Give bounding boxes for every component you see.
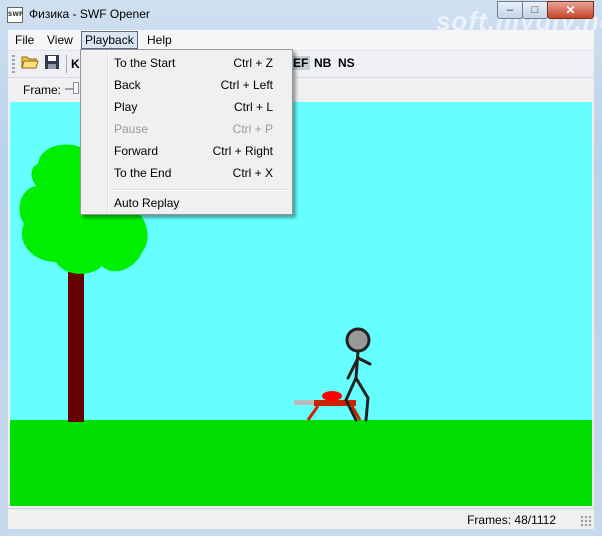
menu-item-shortcut: Ctrl + Right [212,144,273,158]
menu-view[interactable]: View [43,32,77,48]
menu-item-label: To the End [114,166,172,180]
maximize-button[interactable]: □ [522,1,548,19]
menu-item-shortcut: Ctrl + Left [220,78,273,92]
toolbar-nb-button[interactable]: NB [314,56,331,70]
menu-item-to-the-end[interactable]: To the End Ctrl + X [83,162,290,184]
menu-item-pause: Pause Ctrl + P [83,118,290,140]
title-bar[interactable]: SWF Физика - SWF Opener soft.mydiv.net –… [0,0,602,36]
menu-item-shortcut: Ctrl + X [232,166,273,180]
menu-item-forward[interactable]: Forward Ctrl + Right [83,140,290,162]
grass [10,420,592,506]
status-frames: Frames: 48/1112 [467,513,556,527]
menu-item-shortcut: Ctrl + Z [233,56,273,70]
tree-trunk [68,272,84,422]
menu-item-label: Forward [114,144,159,158]
close-button[interactable]: ✕ [547,1,594,19]
frame-slider-thumb[interactable] [73,82,79,94]
menu-playback[interactable]: Playback [81,31,138,49]
app-window: SWF Физика - SWF Opener soft.mydiv.net –… [0,0,602,536]
menu-item-label: Pause [114,122,149,136]
swf-file-icon: SWF [7,7,23,23]
menu-help[interactable]: Help [143,32,176,48]
save-disk-icon[interactable] [42,54,62,74]
status-bar: Frames: 48/1112 [8,508,594,529]
menu-bar: File View Playback Help [8,30,594,51]
menu-file[interactable]: File [11,32,38,48]
menu-item-shortcut: Ctrl + L [233,100,273,114]
minimize-button[interactable]: – [497,1,523,19]
open-folder-icon[interactable] [20,54,40,74]
toolbar-grip[interactable] [12,55,15,73]
toolbar-ef-button[interactable]: EF [291,56,311,70]
menu-item-play[interactable]: Play Ctrl + L [83,96,290,118]
toolbar-ns-button[interactable]: NS [338,56,355,70]
menu-item-label: Back [114,78,141,92]
menu-item-label: Play [114,100,138,114]
toolbar-k[interactable]: K [71,57,80,71]
menu-item-auto-replay[interactable]: Auto Replay [83,192,290,214]
menu-item-label: Auto Replay [114,196,180,210]
menu-item-shortcut: Ctrl + P [232,122,273,136]
window-title: Физика - SWF Opener [29,7,150,21]
menu-separator [111,189,287,191]
menu-item-to-the-start[interactable]: To the Start Ctrl + Z [83,52,290,74]
menu-item-back[interactable]: Back Ctrl + Left [83,74,290,96]
frame-label: Frame: [23,83,62,97]
menu-item-label: To the Start [114,56,176,70]
playback-menu: To the Start Ctrl + Z Back Ctrl + Left P… [80,49,293,215]
resize-grip[interactable] [580,515,592,527]
toolbar-separator [66,55,67,73]
